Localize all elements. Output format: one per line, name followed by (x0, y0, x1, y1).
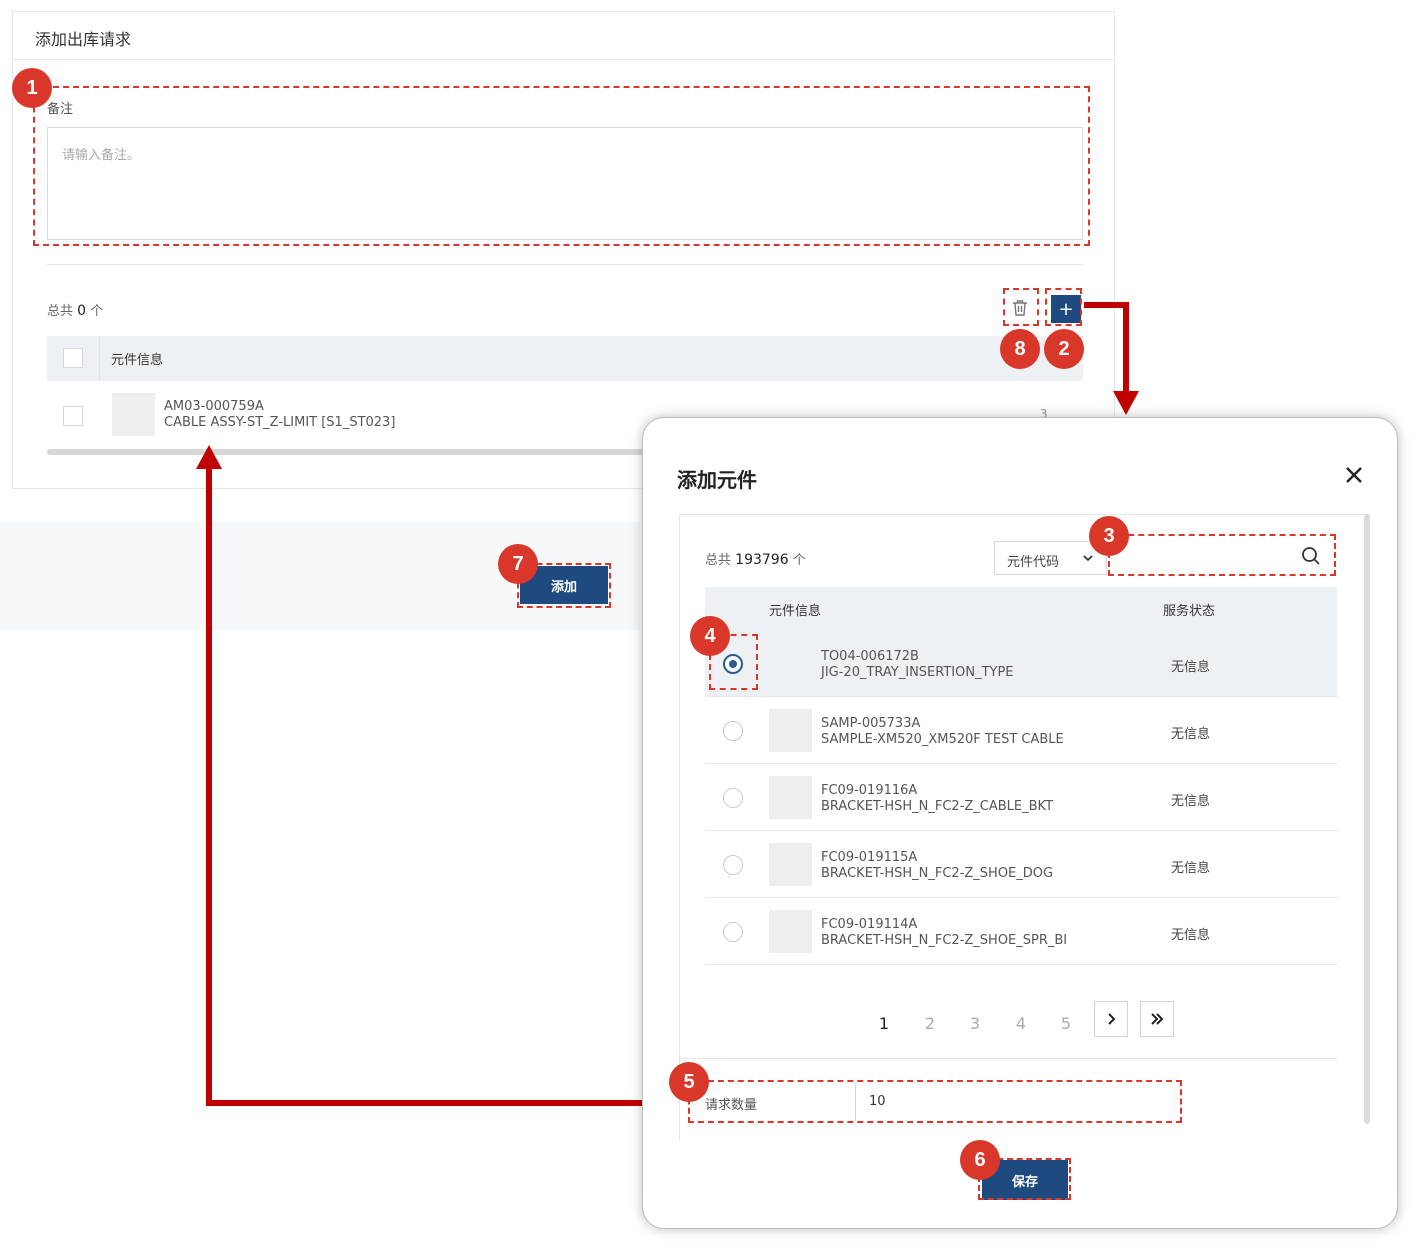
table-row[interactable]: FC09-019115A BRACKET-HSH_N_FC2-Z_SHOE_DO… (705, 832, 1337, 898)
close-button[interactable] (1339, 460, 1369, 490)
modal-total-number: 193796 (735, 552, 789, 568)
part-thumbnail (769, 776, 812, 819)
table-row[interactable]: TO04-006172B JIG-20_TRAY_INSERTION_TYPE … (705, 631, 1337, 697)
arrow-plus-to-modal (1084, 302, 1129, 392)
part-thumbnail (769, 709, 812, 752)
column-header-status: 服务状态 (1163, 604, 1216, 619)
chevron-right-icon (1108, 1013, 1116, 1025)
row-radio[interactable] (723, 721, 743, 741)
row-status: 无信息 (1171, 794, 1211, 809)
highlight-search (1108, 534, 1336, 576)
part-thumbnail (769, 843, 812, 886)
table-row[interactable]: FC09-019116A BRACKET-HSH_N_FC2-Z_CABLE_B… (705, 765, 1337, 831)
modal-table-header: 元件信息 服务状态 (705, 587, 1337, 631)
part-thumbnail (769, 910, 812, 953)
callout-badge-7: 7 (498, 544, 538, 584)
row-radio[interactable] (723, 788, 743, 808)
highlight-remark (33, 86, 1090, 246)
modal-total-prefix: 总共 (705, 553, 732, 568)
close-icon (1346, 467, 1362, 483)
row-part-name: BRACKET-HSH_N_FC2-Z_SHOE_SPR_BI (821, 933, 1068, 948)
page-link-3[interactable]: 3 (960, 1008, 990, 1038)
callout-badge-4: 4 (690, 616, 730, 656)
modal-scrollbar[interactable] (1364, 514, 1370, 1124)
last-page-button[interactable] (1140, 1001, 1174, 1037)
row-part-name: SAMPLE-XM520_XM520F TEST CABLE (821, 732, 1064, 747)
column-header-info: 元件信息 (769, 604, 822, 619)
modal-total-unit: 个 (792, 553, 806, 568)
callout-badge-3: 3 (1089, 516, 1129, 556)
modal-title: 添加元件 (677, 468, 757, 492)
table-row[interactable]: SAMP-005733A SAMPLE-XM520_XM520F TEST CA… (705, 698, 1337, 764)
arrow-head-up (196, 445, 222, 469)
page-link-2[interactable]: 2 (915, 1008, 945, 1038)
row-status: 无信息 (1171, 861, 1211, 876)
divider (679, 1058, 1337, 1059)
arrow-qty-to-row (206, 468, 690, 1106)
page-link-1[interactable]: 1 (869, 1008, 899, 1038)
row-status: 无信息 (1171, 928, 1211, 943)
search-field-select[interactable]: 元件代码 (994, 541, 1107, 575)
arrow-head-down (1113, 391, 1139, 415)
page-link-5[interactable]: 5 (1051, 1008, 1081, 1038)
next-page-button[interactable] (1094, 1001, 1128, 1037)
page-link-4[interactable]: 4 (1006, 1008, 1036, 1038)
highlight-add (1045, 288, 1082, 326)
row-part-code: FC09-019115A (821, 850, 918, 865)
row-part-code: TO04-006172B (821, 649, 919, 664)
row-part-code: FC09-019116A (821, 783, 918, 798)
search-field-label: 元件代码 (1007, 555, 1060, 570)
highlight-qty (688, 1080, 1182, 1123)
row-part-code: FC09-019114A (821, 917, 918, 932)
callout-badge-2: 2 (1044, 329, 1084, 369)
highlight-delete (1003, 288, 1039, 326)
chevron-down-icon (1081, 548, 1095, 572)
callout-badge-5: 5 (669, 1062, 709, 1102)
row-part-name: BRACKET-HSH_N_FC2-Z_SHOE_DOG (821, 866, 1054, 881)
row-status: 无信息 (1171, 727, 1211, 742)
row-part-name: JIG-20_TRAY_INSERTION_TYPE (821, 665, 1014, 680)
row-status: 无信息 (1171, 660, 1211, 675)
row-radio[interactable] (723, 922, 743, 942)
callout-badge-1: 1 (12, 68, 52, 108)
table-row[interactable]: FC09-019114A BRACKET-HSH_N_FC2-Z_SHOE_SP… (705, 899, 1337, 965)
row-part-name: BRACKET-HSH_N_FC2-Z_CABLE_BKT (821, 799, 1054, 814)
double-chevron-right-icon (1151, 1013, 1164, 1025)
row-radio[interactable] (723, 855, 743, 875)
callout-badge-8: 8 (1000, 329, 1040, 369)
modal-total-count: 总共 193796 个 (705, 549, 806, 568)
callout-badge-6: 6 (960, 1140, 1000, 1180)
row-part-code: SAMP-005733A (821, 716, 921, 731)
